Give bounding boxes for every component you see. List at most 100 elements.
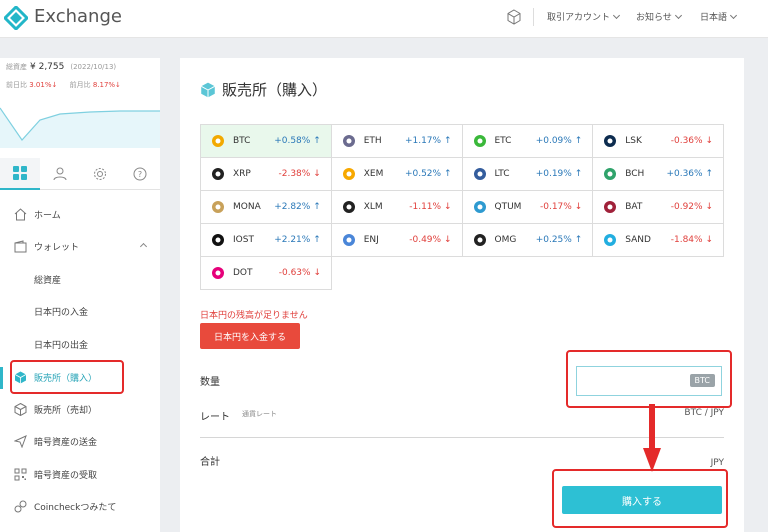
page-title-text: 販売所（購入） — [222, 81, 328, 99]
sidebar-item-total-assets[interactable]: 総資産 — [0, 263, 160, 295]
sidebar-item-receive[interactable]: 暗号資産の受取 — [0, 458, 160, 490]
arrow-down-icon: ↓ — [571, 202, 583, 212]
rate-label: レート — [200, 412, 230, 423]
sidebar-item-jpy-deposit[interactable]: 日本円の入金 — [0, 295, 160, 327]
header-separator — [533, 8, 534, 26]
sidebar-item-label: Coincheckつみたて — [34, 502, 117, 513]
coin-symbol: LTC — [494, 169, 510, 179]
total-label: 合計 — [200, 457, 220, 468]
coin-symbol: ENJ — [363, 235, 379, 245]
coin-change-value: +0.52% — [404, 169, 442, 179]
coin-change-value: +0.19% — [535, 169, 572, 179]
coin-change-value: -2.38% — [278, 169, 311, 179]
cube-icon — [200, 82, 216, 97]
day-ratio-value: 3.01%↓ — [29, 81, 58, 89]
brand-name[interactable]: Exchange — [34, 6, 122, 27]
coin-cell-eth[interactable]: ETH +1.17% ↑ — [331, 125, 463, 158]
coin-cell-bat[interactable]: BAT -0.92% ↓ — [593, 191, 724, 224]
qr-code-icon — [14, 468, 26, 480]
coin-cell-bch[interactable]: BCH +0.36% ↑ — [593, 158, 724, 191]
sidebar-item-label: 販売所（売却） — [34, 405, 98, 416]
coin-row: IOST +2.21% ↑ ENJ -0.49% ↓ OMG +0.25% ↑ SAND -1… — [201, 224, 724, 257]
sandbox-icon — [603, 233, 617, 247]
tab-settings[interactable] — [80, 158, 120, 190]
coin-cell-enj[interactable]: ENJ -0.49% ↓ — [331, 224, 463, 257]
tab-help[interactable]: ? — [120, 158, 160, 190]
enjin-icon — [342, 233, 356, 247]
coin-symbol: ETC — [494, 136, 512, 146]
coin-row: BTC +0.58% ↑ ETH +1.17% ↑ ETC +0.09% ↑ LSK -0.3… — [201, 125, 724, 158]
bitcoin-cash-icon — [603, 167, 617, 181]
tab-dashboard[interactable] — [0, 158, 40, 190]
account-menu[interactable]: 取引アカウント — [547, 10, 621, 23]
coin-cell-btc[interactable]: BTC +0.58% ↑ — [201, 125, 332, 158]
sidebar-tabs: ? — [0, 158, 160, 190]
coin-change: -1.84% ↓ — [671, 235, 713, 245]
coin-change: -0.17% ↓ — [540, 202, 582, 212]
coin-change: +0.19% ↑ — [536, 169, 583, 179]
arrow-up-icon: ↑ — [702, 169, 713, 179]
coin-change-value: +0.58% — [274, 136, 311, 146]
coin-cell-lsk[interactable]: LSK -0.36% ↓ — [593, 125, 724, 158]
coincheck-logo-icon[interactable] — [4, 6, 28, 30]
language-menu[interactable]: 日本語 — [700, 10, 738, 23]
coin-cell-xem[interactable]: XEM +0.52% ↑ — [331, 158, 463, 191]
coin-symbol: DOT — [233, 268, 253, 278]
coin-change: +0.36% ↑ — [666, 169, 713, 179]
coins-icon — [14, 500, 26, 512]
coin-change: -0.49% ↓ — [409, 235, 451, 245]
deposit-jpy-button[interactable]: 日本円を入金する — [200, 323, 300, 349]
sidebar: 総資産 ¥ 2,755 (2022/10/13) 前日比 3.01%↓ 前月比 8.… — [0, 58, 160, 532]
chevron-up-icon — [139, 242, 148, 251]
arrow-down-icon — [643, 404, 661, 472]
highlight-box-buy — [552, 469, 728, 528]
notice-menu[interactable]: お知らせ — [636, 10, 682, 23]
rate-sub-label: 通貨レート — [242, 410, 277, 418]
ethereum-classic-icon — [473, 134, 487, 148]
coin-symbol: BCH — [625, 169, 645, 179]
chevron-down-icon — [729, 11, 738, 20]
coin-cell-etc[interactable]: ETC +0.09% ↑ — [462, 125, 594, 158]
arrow-up-icon: ↑ — [571, 169, 583, 179]
sidebar-item-label: ホーム — [34, 210, 61, 221]
sidebar-item-home[interactable]: ホーム — [0, 198, 160, 230]
grid-icon — [13, 166, 27, 180]
coin-cell-xlm[interactable]: XLM -1.11% ↓ — [331, 191, 463, 224]
coin-symbol: IOST — [233, 235, 254, 245]
asset-sparkline — [0, 107, 160, 148]
omg-icon — [473, 233, 487, 247]
coin-cell-mona[interactable]: MONA +2.82% ↑ — [201, 191, 332, 224]
tab-account[interactable] — [40, 158, 80, 190]
coin-change-value: +0.09% — [535, 136, 572, 146]
coin-cell-dot[interactable]: DOT -0.63% ↓ — [201, 257, 332, 290]
coin-symbol: XLM — [363, 202, 383, 212]
sidebar-item-sell[interactable]: 販売所（売却） — [0, 393, 160, 425]
ethereum-icon — [342, 134, 356, 148]
coin-cell-sand[interactable]: SAND -1.84% ↓ — [593, 224, 724, 257]
coin-row: DOT -0.63% ↓ — [201, 257, 724, 290]
coin-cell-ltc[interactable]: LTC +0.19% ↑ — [462, 158, 594, 191]
cube-icon[interactable] — [506, 9, 522, 25]
arrow-up-icon: ↑ — [441, 136, 452, 146]
sidebar-item-label: 日本円の入金 — [34, 307, 89, 318]
arrow-up-icon: ↑ — [571, 136, 583, 146]
coin-change: -0.92% ↓ — [671, 202, 713, 212]
coin-cell-iost[interactable]: IOST +2.21% ↑ — [201, 224, 332, 257]
coin-symbol: BAT — [625, 202, 643, 212]
chevron-down-icon — [674, 11, 682, 20]
sidebar-item-tsumitate[interactable]: Coincheckつみたて — [0, 490, 160, 522]
highlight-box-quantity — [566, 350, 732, 408]
coin-change-value: +0.36% — [666, 169, 703, 179]
sidebar-item-send[interactable]: 暗号資産の送金 — [0, 425, 160, 457]
sidebar-item-jpy-withdraw[interactable]: 日本円の出金 — [0, 328, 160, 360]
coin-change: +0.52% ↑ — [405, 169, 452, 179]
coin-change: +2.82% ↑ — [274, 202, 321, 212]
coin-cell-xrp[interactable]: XRP -2.38% ↓ — [201, 158, 332, 191]
arrow-up-icon: ↑ — [441, 169, 452, 179]
bat-icon — [603, 200, 617, 214]
asset-label: 総資産 — [6, 63, 27, 71]
sidebar-item-wallet[interactable]: ウォレット — [0, 230, 160, 262]
coin-change: +2.21% ↑ — [274, 235, 321, 245]
coin-cell-qtum[interactable]: QTUM -0.17% ↓ — [462, 191, 594, 224]
coin-cell-omg[interactable]: OMG +0.25% ↑ — [462, 224, 594, 257]
